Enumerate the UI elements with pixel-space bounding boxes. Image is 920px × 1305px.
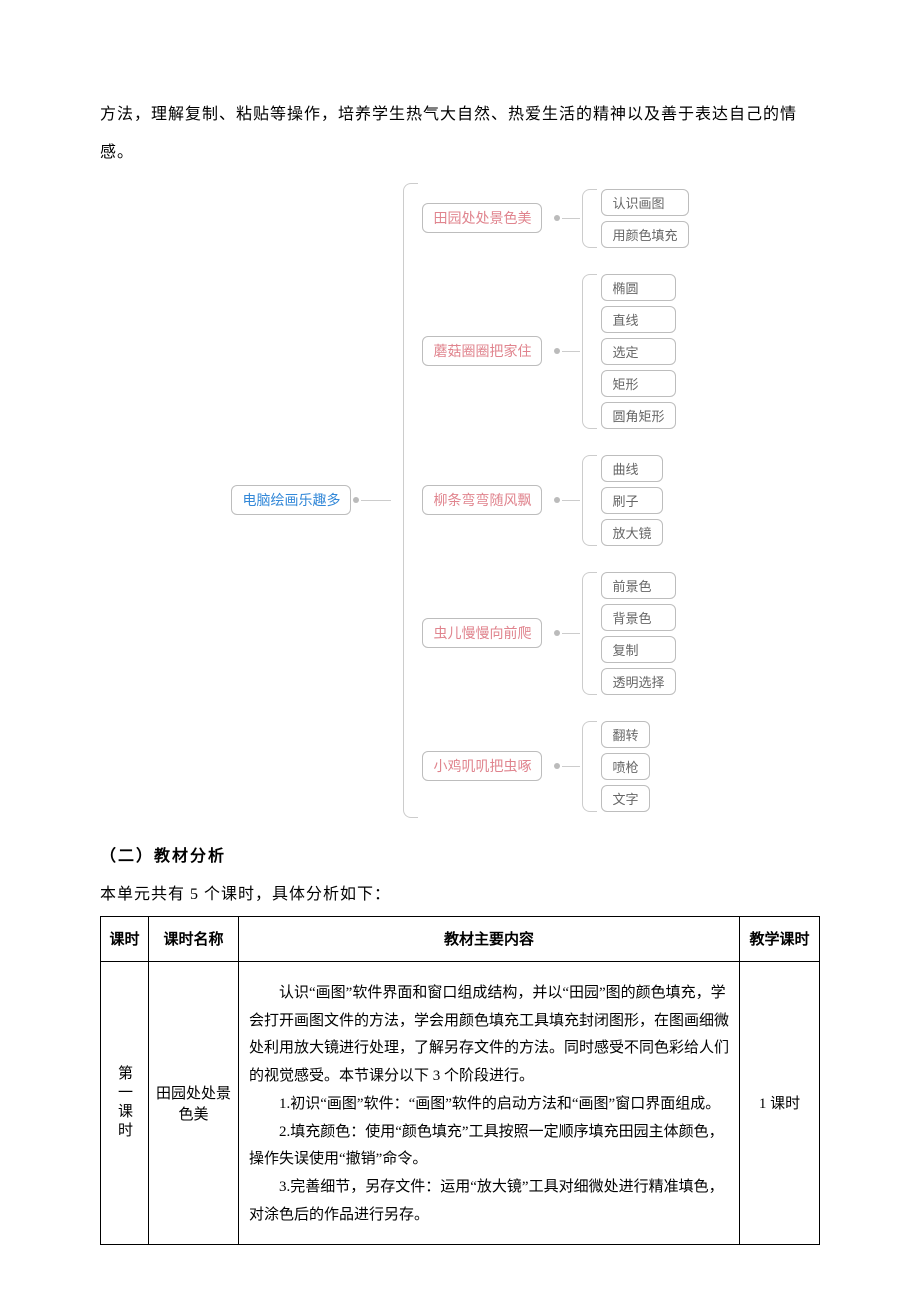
mindmap-leaves: 曲线刷子放大镜 [601,455,662,546]
mindmap-leaf: 翻转 [601,721,649,748]
mindmap-group: 田园处处景色美 认识画图用颜色填充 [422,189,688,248]
mindmap-leaf: 放大镜 [601,519,662,546]
cell-name: 田园处处景色美 [149,961,239,1244]
mindmap-leaf: 文字 [601,785,649,812]
th-content: 教材主要内容 [239,916,740,961]
mindmap-group-bracket [582,274,597,429]
mindmap-leaves: 前景色背景色复制透明选择 [601,572,675,695]
mindmap-leaf: 椭圆 [601,274,675,301]
mindmap-group-label: 小鸡叽叽把虫啄 [422,751,542,781]
cell-content: 认识“画图”软件界面和窗口组成结构，并以“田园”图的颜色填充，学会打开画图文件的… [239,961,740,1244]
mindmap-group: 蘑菇圈圈把家住 椭圆直线选定矩形圆角矩形 [422,274,688,429]
mindmap-leaves: 椭圆直线选定矩形圆角矩形 [601,274,675,429]
mindmap-group-bracket [582,721,597,812]
mindmap-leaves: 翻转喷枪文字 [601,721,649,812]
content-paragraph: 3.完善细节，另存文件：运用“放大镜”工具对细微处进行精准填色，对涂色后的作品进… [249,1174,729,1230]
mindmap-group-label: 田园处处景色美 [422,203,542,233]
content-paragraph: 认识“画图”软件界面和窗口组成结构，并以“田园”图的颜色填充，学会打开画图文件的… [249,980,729,1091]
mindmap-connector [552,630,580,636]
mindmap-group: 小鸡叽叽把虫啄 翻转喷枪文字 [422,721,688,812]
mindmap-leaf: 刷子 [601,487,662,514]
th-period: 课时 [101,916,149,961]
mindmap-leaf: 选定 [601,338,675,365]
intro-paragraph: 方法，理解复制、粘贴等操作，培养学生热气大自然、热爱生活的精神以及善于表达自己的… [100,96,820,173]
mindmap-group-label: 柳条弯弯随风飘 [422,485,542,515]
mindmap-leaf: 圆角矩形 [601,402,675,429]
lesson-table: 课时 课时名称 教材主要内容 教学课时 第一课时 田园处处景色美 认识“画图”软… [100,916,820,1245]
mindmap-leaf: 复制 [601,636,675,663]
mindmap-root-bracket [403,183,418,818]
mindmap-connector [552,763,580,769]
cell-hours: 1 课时 [740,961,820,1244]
mindmap-group-bracket [582,572,597,695]
section-heading: （二）教材分析 [100,842,820,866]
mindmap-connector [552,497,580,503]
th-name: 课时名称 [149,916,239,961]
mindmap-group: 柳条弯弯随风飘 曲线刷子放大镜 [422,455,688,546]
content-paragraph: 2.填充颜色：使用“颜色填充”工具按照一定顺序填充田园主体颜色，操作失误使用“撤… [249,1119,729,1175]
mindmap-leaves: 认识画图用颜色填充 [601,189,688,248]
mindmap-group-bracket [582,455,597,546]
mindmap-leaf: 透明选择 [601,668,675,695]
mindmap-group-bracket [582,189,597,248]
mindmap-group: 虫儿慢慢向前爬 前景色背景色复制透明选择 [422,572,688,695]
content-paragraph: 1.初识“画图”软件：“画图”软件的启动方法和“画图”窗口界面组成。 [249,1091,729,1119]
th-hours: 教学课时 [740,916,820,961]
table-header-row: 课时 课时名称 教材主要内容 教学课时 [101,916,820,961]
mindmap-group-label: 虫儿慢慢向前爬 [422,618,542,648]
mindmap-leaf: 喷枪 [601,753,649,780]
mindmap-group-label: 蘑菇圈圈把家住 [422,336,542,366]
section-sub: 本单元共有 5 个课时，具体分析如下： [100,880,820,904]
mindmap: 电脑绘画乐趣多 田园处处景色美 认识画图用颜色填充蘑菇圈圈把家住 椭圆直线选定矩形圆… [100,183,820,818]
mindmap-connector [552,348,580,354]
mindmap-leaf: 曲线 [601,455,662,482]
mindmap-root: 电脑绘画乐趣多 [231,485,351,515]
mindmap-connector [552,215,580,221]
mindmap-leaf: 前景色 [601,572,675,599]
cell-period: 第一课时 [101,961,149,1244]
mindmap-leaf: 矩形 [601,370,675,397]
mindmap-leaf: 认识画图 [601,189,688,216]
mindmap-leaf: 用颜色填充 [601,221,688,248]
table-row: 第一课时 田园处处景色美 认识“画图”软件界面和窗口组成结构，并以“田园”图的颜… [101,961,820,1244]
mindmap-leaf: 直线 [601,306,675,333]
mindmap-leaf: 背景色 [601,604,675,631]
